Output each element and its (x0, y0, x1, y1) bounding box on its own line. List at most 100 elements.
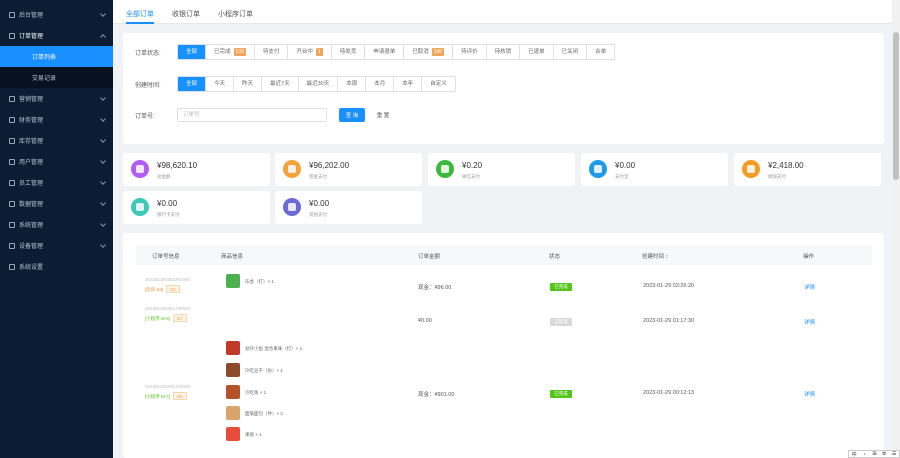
filter-panel: 订单状态: 全部 已完成 135 待支付 开台中 1 待发货 申请退单 已取消 106 待评价 待核销… (123, 33, 884, 144)
status-count-badge: 135 (233, 48, 246, 56)
orders-table: 订单号信息 商品信息 订单金额 状态 创建时间 ↕ 操作 20230129100… (123, 233, 884, 458)
finance-icon (9, 116, 15, 123)
status-option[interactable]: 申请退单 (365, 45, 405, 59)
detail-link[interactable]: 详情 (804, 283, 815, 291)
order-amount: 现金：¥901.00 (418, 392, 455, 398)
time-filter-label: 创建时间: (135, 82, 161, 89)
sidebar-item-label: 用户管理 (19, 160, 44, 166)
status-option[interactable]: 已取消 106 (404, 45, 454, 59)
time-option[interactable]: 本周 (338, 77, 367, 91)
ime-toolbar: 中・ ⊞ ⚙ ☰ (848, 450, 900, 458)
sidebar-item-inventory[interactable]: 库存管理 (0, 130, 113, 151)
status-option[interactable]: 开台中 1 (288, 45, 332, 59)
order-amount: 现金：¥96.00 (418, 285, 452, 291)
tab-miniprogram-orders[interactable]: 小程序订单 (218, 0, 253, 24)
chevron-down-icon (100, 200, 106, 206)
status-option-label: 申请退单 (373, 49, 396, 55)
sidebar-item-finance[interactable]: 财务管理 (0, 109, 113, 130)
sidebar-item-backend[interactable]: 后台管理 (0, 4, 113, 25)
sidebar: 后台管理 订单管理 订单列表 交易记录 营销管理 财务管理 库存管理 用户管理 … (0, 0, 113, 458)
detail-link[interactable]: 详情 (804, 390, 815, 398)
status-option[interactable]: 已退单 (520, 45, 554, 59)
status-option[interactable]: 已完成 135 (206, 45, 255, 59)
chevron-up-icon (100, 34, 106, 40)
status-filter-row: 订单状态: 全部 已完成 135 待支付 开台中 1 待发货 申请退单 已取消 106 待评价 待核销… (135, 44, 616, 60)
status-option[interactable]: 已关闭 (553, 45, 588, 59)
time-option[interactable]: 最近7天 (262, 77, 299, 91)
status-option[interactable]: 待支付 (254, 45, 289, 59)
stat-label: 支付宝 (615, 174, 629, 179)
status-option-label: 已关闭 (561, 49, 579, 55)
product-thumbnail (226, 274, 240, 288)
sidebar-item-label: 订单管理 (19, 34, 44, 40)
sidebar-item-users[interactable]: 用户管理 (0, 151, 113, 172)
time-option[interactable]: 今天 (206, 77, 235, 91)
time-option[interactable]: 本年 (394, 77, 423, 91)
tab-all-orders[interactable]: 全部订单 (126, 0, 154, 24)
time-option[interactable]: 本月 (366, 77, 395, 91)
product-thumbnail (226, 363, 240, 377)
stat-value: ¥0.00 (157, 199, 178, 208)
sidebar-item-settings[interactable]: 系统设置 (0, 256, 113, 277)
status-option[interactable]: 待评价 (453, 45, 487, 59)
seat-tag: B7 (173, 314, 187, 322)
time-option[interactable]: 自定义 (422, 77, 455, 91)
order-no-input[interactable] (177, 108, 327, 122)
chevron-down-icon (100, 137, 106, 143)
reset-button[interactable]: 重 置 (371, 108, 395, 122)
time-option[interactable]: 全部 (178, 77, 207, 91)
product-thumbnail (226, 406, 240, 420)
time-option[interactable]: 最近30天 (298, 77, 339, 91)
sidebar-item-devices[interactable]: 设备管理 (0, 235, 113, 256)
search-button[interactable]: 查 询 (339, 108, 365, 122)
sidebar-item-label: 营销管理 (19, 97, 44, 103)
stat-value: ¥98,620.10 (157, 161, 198, 170)
product-thumbnail (226, 385, 240, 399)
ime-toolbar-button[interactable]: 中 (852, 451, 857, 458)
chevron-down-icon (100, 95, 106, 101)
detail-link[interactable]: 详情 (804, 318, 815, 326)
sidebar-item-marketing[interactable]: 营销管理 (0, 88, 113, 109)
time-option[interactable]: 昨天 (234, 77, 263, 91)
stat-value: ¥0.00 (615, 161, 636, 170)
stat-card: ¥0.00 其他支付 (275, 191, 422, 224)
ime-toolbar-button[interactable]: ・ (862, 451, 867, 458)
product-thumbnail (226, 341, 240, 355)
sidebar-subitem-transactions[interactable]: 交易记录 (0, 67, 113, 88)
sidebar-subitem-label: 订单列表 (32, 55, 57, 61)
order-number: 202301291001730000 (145, 306, 191, 311)
order-source: [包房 S4] B2 (145, 285, 180, 293)
chevron-down-icon (100, 11, 106, 17)
source-tag: [小程序 M-7] (145, 394, 171, 399)
sidebar-item-label: 系统管理 (19, 223, 44, 229)
sidebar-item-orders[interactable]: 订单管理 (0, 25, 113, 46)
scrollbar-thumb[interactable] (893, 32, 899, 180)
ime-toolbar-button[interactable]: ⚙ (882, 451, 886, 457)
sidebar-item-label: 库存管理 (19, 139, 44, 145)
col-created-time[interactable]: 创建时间 ↕ (642, 252, 668, 260)
page-scrollbar[interactable] (892, 0, 900, 458)
sidebar-subitem-order-list[interactable]: 订单列表 (0, 46, 113, 67)
status-option[interactable]: 待核销 (486, 45, 521, 59)
col-order-info: 订单号信息 (152, 254, 180, 260)
status-count-badge: 106 (431, 48, 445, 56)
stat-card: ¥0.00 银行卡支付 (123, 191, 270, 224)
order-no-row: 订单号: 查 询 重 置 (135, 108, 395, 122)
sidebar-item-staff[interactable]: 员工管理 (0, 172, 113, 193)
stat-icon (131, 160, 149, 178)
sidebar-item-label: 系统设置 (19, 265, 44, 271)
stat-card: ¥0.00 支付宝 (581, 153, 728, 186)
col-action: 操作 (803, 254, 815, 260)
tab-cashier-orders[interactable]: 收银订单 (172, 0, 200, 24)
sidebar-item-data[interactable]: 数据管理 (0, 193, 113, 214)
status-option[interactable]: 合单 (587, 45, 615, 59)
sidebar-item-system[interactable]: 系统管理 (0, 214, 113, 235)
sidebar-subitem-label: 交易记录 (32, 76, 57, 82)
sidebar-item-label: 设备管理 (19, 244, 44, 250)
status-option[interactable]: 待发货 (331, 45, 366, 59)
status-option[interactable]: 全部 (178, 45, 207, 59)
ime-toolbar-button[interactable]: ☰ (892, 451, 896, 457)
col-amount: 订单金额 (418, 254, 441, 260)
ime-toolbar-button[interactable]: ⊞ (872, 451, 876, 457)
main-content: 全部订单 收银订单 小程序订单 订单状态: 全部 已完成 135 待支付 开台中 1 待发货… (113, 0, 892, 458)
